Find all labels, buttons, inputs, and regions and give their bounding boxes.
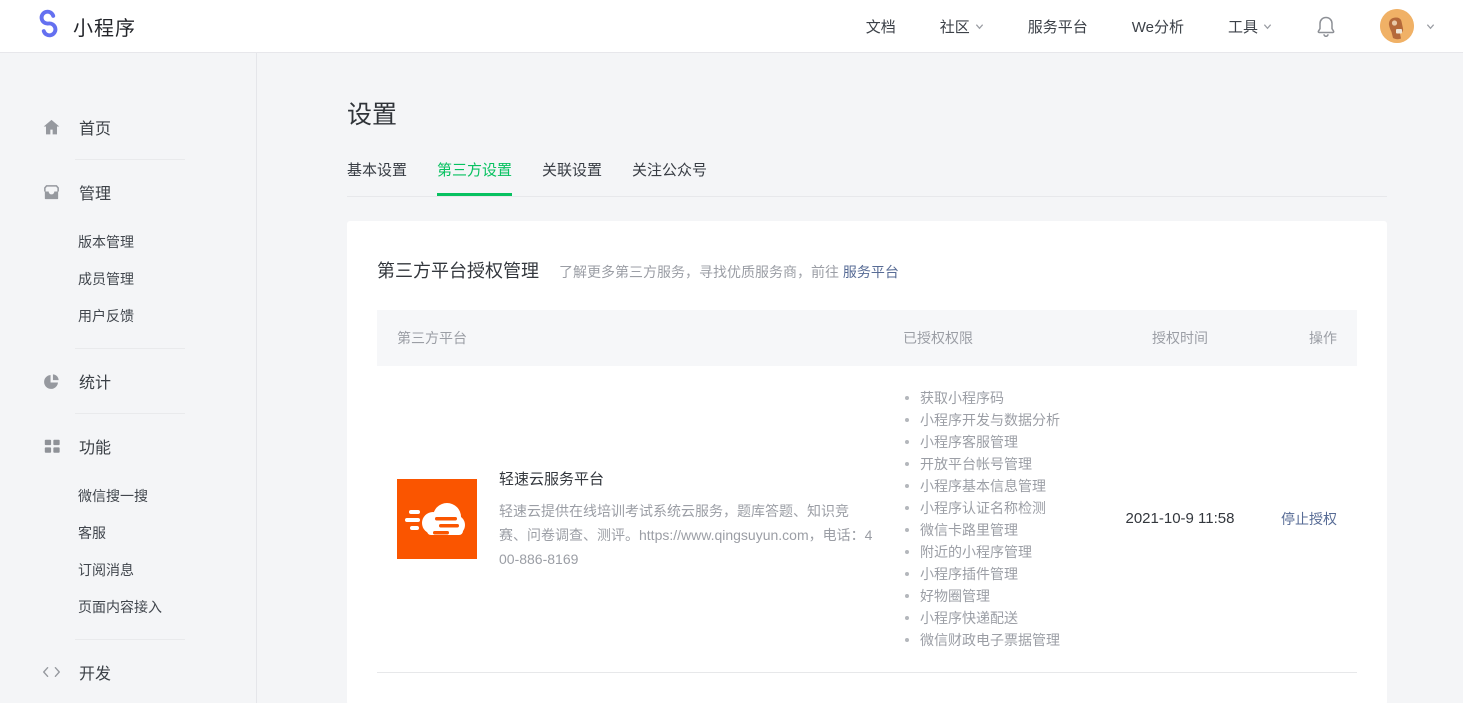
service-platform-link[interactable]: 服务平台 — [843, 264, 899, 280]
sidebar-item-features[interactable]: 功能 — [0, 428, 256, 464]
nav-we-analytics[interactable]: We分析 — [1132, 16, 1184, 37]
grid-icon — [42, 437, 61, 456]
account-menu[interactable] — [1380, 9, 1435, 43]
nav-service-platform[interactable]: 服务平台 — [1028, 16, 1088, 37]
code-icon — [42, 663, 61, 682]
card-subtitle: 了解更多第三方服务，寻找优质服务商，前往 服务平台 — [559, 262, 899, 282]
col-header-permissions: 已授权权限 — [903, 328, 1105, 348]
pie-chart-icon — [42, 372, 61, 391]
permission-item: 微信卡路里管理 — [903, 519, 1105, 541]
permission-item: 附近的小程序管理 — [903, 541, 1105, 563]
stop-authorization-link[interactable]: 停止授权 — [1281, 511, 1337, 527]
permission-item: 小程序快递配送 — [903, 607, 1105, 629]
sidebar-divider — [75, 639, 185, 640]
page-title: 设置 — [347, 95, 1463, 131]
table-header-row: 第三方平台 已授权权限 授权时间 操作 — [377, 310, 1357, 366]
nav-tools[interactable]: 工具 — [1228, 16, 1272, 37]
third-party-auth-card: 第三方平台授权管理 了解更多第三方服务，寻找优质服务商，前往 服务平台 第三方平… — [347, 221, 1387, 703]
tab-related-settings[interactable]: 关联设置 — [542, 159, 602, 196]
brand-title: 小程序 — [73, 12, 136, 41]
miniprogram-logo-icon — [34, 9, 63, 43]
card-title: 第三方平台授权管理 — [377, 257, 539, 283]
home-icon — [42, 118, 61, 137]
permission-item: 小程序基本信息管理 — [903, 475, 1105, 497]
permission-item: 获取小程序码 — [903, 387, 1105, 409]
permission-item: 微信财政电子票据管理 — [903, 629, 1105, 651]
platform-logo-icon — [397, 479, 477, 559]
chevron-down-icon — [975, 22, 984, 31]
sidebar-subitem-user-feedback[interactable]: 用户反馈 — [0, 297, 256, 334]
platform-name: 轻速云服务平台 — [499, 468, 873, 489]
col-header-platform: 第三方平台 — [377, 328, 903, 348]
tab-basic-settings[interactable]: 基本设置 — [347, 159, 407, 196]
sidebar-item-home[interactable]: 首页 — [0, 109, 256, 145]
sidebar-subitem-customer-service[interactable]: 客服 — [0, 514, 256, 551]
permission-item: 开放平台帐号管理 — [903, 453, 1105, 475]
sidebar-subitem-member-manage[interactable]: 成员管理 — [0, 260, 256, 297]
inbox-icon — [42, 183, 61, 202]
permission-item: 小程序插件管理 — [903, 563, 1105, 585]
nav-docs[interactable]: 文档 — [866, 16, 896, 37]
sidebar-subitem-page-content-access[interactable]: 页面内容接入 — [0, 588, 256, 625]
permission-item: 好物圈管理 — [903, 585, 1105, 607]
table-row: 轻速云服务平台 轻速云提供在线培训考试系统云服务，题库答题、知识竞赛、问卷调查、… — [377, 366, 1357, 673]
auth-table: 第三方平台 已授权权限 授权时间 操作 — [377, 310, 1357, 673]
permission-item: 小程序客服管理 — [903, 431, 1105, 453]
sidebar-subitem-subscribe-message[interactable]: 订阅消息 — [0, 551, 256, 588]
auth-time: 2021-10-9 11:58 — [1126, 510, 1235, 527]
settings-tabs: 基本设置 第三方设置 关联设置 关注公众号 — [347, 159, 1387, 197]
sidebar-divider — [75, 413, 185, 414]
permissions-list: 获取小程序码 小程序开发与数据分析 小程序客服管理 开放平台帐号管理 小程序基本… — [903, 387, 1105, 651]
chevron-down-icon — [1263, 22, 1272, 31]
col-header-action: 操作 — [1255, 328, 1357, 348]
tab-third-party-settings[interactable]: 第三方设置 — [437, 159, 512, 196]
notification-bell-icon[interactable] — [1316, 15, 1336, 37]
avatar[interactable] — [1380, 9, 1414, 43]
sidebar-item-stats[interactable]: 统计 — [0, 363, 256, 399]
sidebar-subitem-version-manage[interactable]: 版本管理 — [0, 223, 256, 260]
sidebar-item-manage[interactable]: 管理 — [0, 174, 256, 210]
sidebar-divider — [75, 159, 185, 160]
chevron-down-icon — [1426, 22, 1435, 31]
col-header-auth-time: 授权时间 — [1105, 328, 1255, 348]
tab-follow-official-account[interactable]: 关注公众号 — [632, 159, 707, 196]
sidebar-subitem-wechat-search[interactable]: 微信搜一搜 — [0, 477, 256, 514]
sidebar-item-develop[interactable]: 开发 — [0, 654, 256, 690]
top-navbar: 小程序 文档 社区 服务平台 We分析 工具 — [0, 0, 1463, 53]
permission-item: 小程序认证名称检测 — [903, 497, 1105, 519]
nav-community[interactable]: 社区 — [940, 16, 984, 37]
brand[interactable]: 小程序 — [34, 9, 136, 43]
sidebar-divider — [75, 348, 185, 349]
sidebar: 首页 管理 版本管理 成员管理 用户反馈 — [0, 53, 257, 703]
permission-item: 小程序开发与数据分析 — [903, 409, 1105, 431]
platform-description: 轻速云提供在线培训考试系统云服务，题库答题、知识竞赛、问卷调查、测评。https… — [499, 499, 873, 571]
